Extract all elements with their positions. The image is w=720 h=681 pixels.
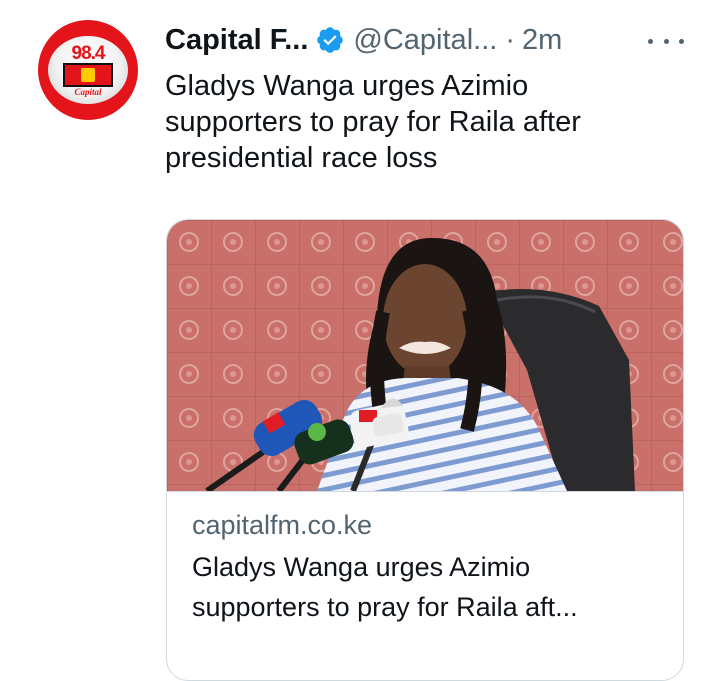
- tweet-text: Gladys Wanga urges Azimio supporters to …: [165, 70, 581, 174]
- card-body: capitalfm.co.ke Gladys Wanga urges Azimi…: [167, 491, 683, 627]
- author-avatar[interactable]: 98.4 Capital: [38, 20, 138, 120]
- logo-number: 98.4: [71, 42, 106, 64]
- separator-dot: ·: [505, 24, 515, 56]
- link-preview-card[interactable]: capitalfm.co.ke Gladys Wanga urges Azimi…: [166, 219, 684, 681]
- more-options-icon[interactable]: [648, 26, 684, 56]
- capital-fm-logo-icon: 98.4 Capital: [48, 36, 128, 104]
- press-conference-photo: [167, 220, 683, 491]
- card-title-line2[interactable]: supporters to pray for Raila aft...: [192, 587, 632, 627]
- tweet-timestamp[interactable]: 2m: [522, 22, 562, 58]
- author-handle[interactable]: @Capital...: [353, 22, 497, 58]
- verified-badge-icon: [317, 27, 344, 53]
- card-title[interactable]: Gladys Wanga urges Azimio: [192, 547, 662, 587]
- logo-box: [63, 62, 113, 87]
- tweet-header: Capital F... @Capital... · 2m: [165, 22, 562, 58]
- card-domain[interactable]: capitalfm.co.ke: [192, 508, 683, 542]
- author-name[interactable]: Capital F...: [165, 22, 308, 58]
- logo-word: Capital: [74, 86, 102, 97]
